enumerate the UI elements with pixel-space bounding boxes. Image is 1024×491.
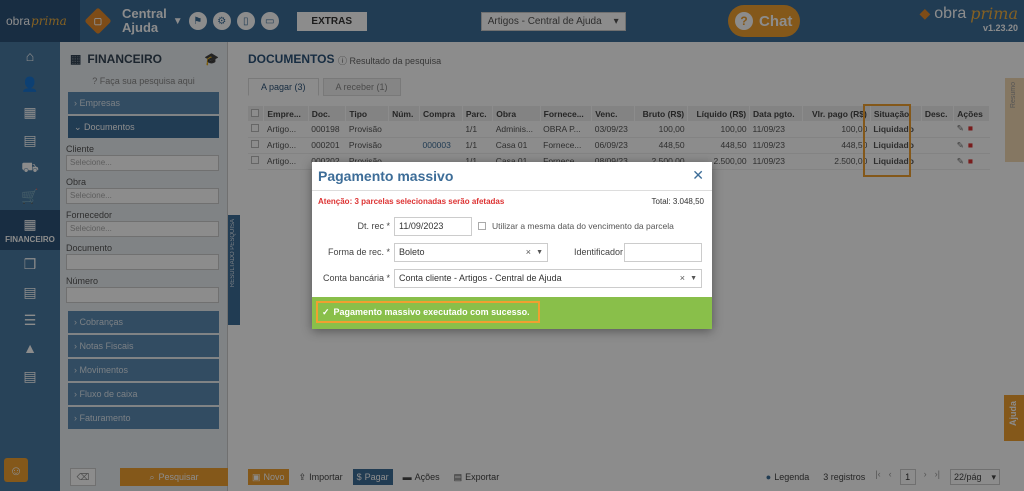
pagamento-massivo-modal: Pagamento massivo ✕ Atenção: 3 parcelas … (312, 162, 712, 329)
close-icon[interactable]: ✕ (692, 167, 704, 184)
same-date-checkbox[interactable] (478, 222, 486, 230)
row-dt-rec: Dt. rec * 11/09/2023 Utilizar a mesma da… (312, 217, 712, 237)
chevron-down-icon: ▼ (536, 249, 543, 256)
check-icon: ✓ (322, 306, 330, 317)
success-text: Pagamento massivo executado com sucesso. (333, 307, 530, 317)
row-forma: Forma de rec. * Boleto × ▼ Identificador (312, 243, 712, 263)
forma-value: Boleto (399, 247, 425, 257)
dt-rec-value: 11/09/2023 (399, 221, 444, 231)
success-banner: ✓ Pagamento massivo executado com sucess… (312, 297, 712, 329)
modal-title: Pagamento massivo (318, 168, 454, 184)
forma-label: Forma de rec. * (327, 247, 390, 257)
forma-select[interactable]: Boleto × ▼ (394, 243, 548, 262)
modal-warning: Atenção: 3 parcelas selecionadas serão a… (318, 197, 505, 206)
clear-icon[interactable]: × (526, 244, 531, 261)
conta-value: Conta cliente - Artigos - Central de Aju… (399, 273, 562, 283)
success-message: ✓ Pagamento massivo executado com sucess… (316, 301, 540, 323)
dt-rec-input[interactable]: 11/09/2023 (394, 217, 472, 236)
row-conta: Conta bancária * Conta cliente - Artigos… (312, 269, 712, 289)
identificador-label: Identificador (574, 247, 624, 257)
identificador-input[interactable] (624, 243, 702, 262)
modal-total: Total: 3.048,50 (651, 197, 704, 206)
conta-select[interactable]: Conta cliente - Artigos - Central de Aju… (394, 269, 702, 288)
dt-rec-label: Dt. rec * (357, 221, 390, 231)
same-date-label: Utilizar a mesma data do vencimento da p… (492, 221, 674, 231)
chevron-down-icon: ▼ (690, 275, 697, 282)
clear-icon[interactable]: × (680, 270, 685, 287)
modal-divider (312, 190, 712, 191)
conta-label: Conta bancária * (322, 273, 390, 283)
